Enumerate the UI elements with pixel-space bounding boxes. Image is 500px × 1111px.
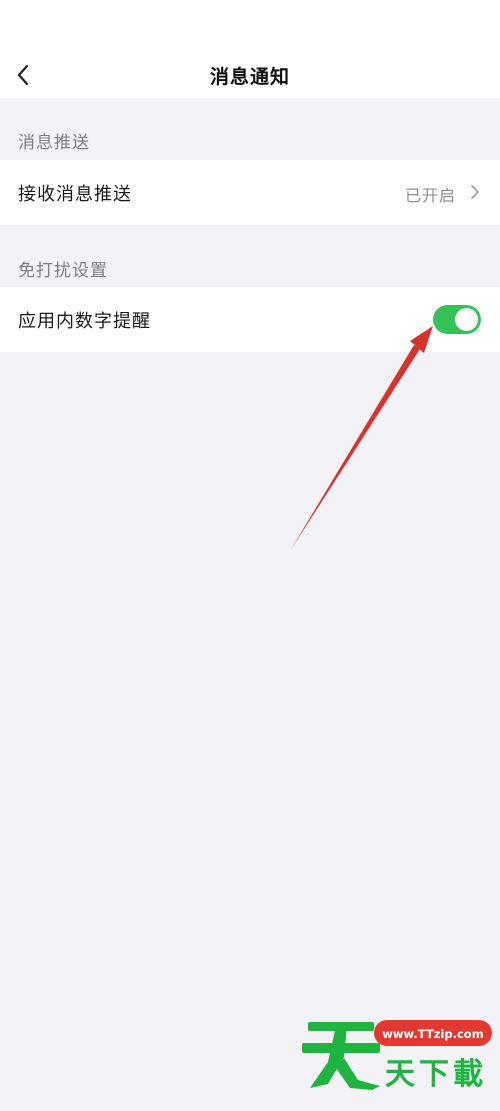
in-app-badge-row: 应用内数字提醒 — [0, 287, 500, 352]
receive-push-status: 已开启 — [404, 186, 456, 205]
svg-text:天下載: 天下載 — [385, 1057, 487, 1092]
ttzip-watermark-logo: www.TTzip.com 天下載 — [302, 1020, 492, 1092]
chevron-right-icon — [471, 185, 479, 199]
navigation-bar: 消息通知 — [0, 0, 500, 98]
toggle-knob — [455, 308, 478, 331]
svg-text:www.TTzip.com: www.TTzip.com — [382, 1027, 483, 1041]
receive-push-label: 接收消息推送 — [18, 184, 132, 205]
section-header-push: 消息推送 — [18, 133, 90, 153]
page-title: 消息通知 — [209, 66, 290, 88]
receive-push-row[interactable]: 接收消息推送 已开启 — [0, 160, 500, 225]
in-app-badge-label: 应用内数字提醒 — [18, 311, 151, 332]
in-app-badge-toggle[interactable] — [433, 305, 481, 334]
notification-settings-screen: 消息通知 消息推送 接收消息推送 已开启 免打扰设置 应用内数字提醒 www.T… — [0, 0, 500, 1111]
section-header-dnd: 免打扰设置 — [18, 261, 108, 281]
